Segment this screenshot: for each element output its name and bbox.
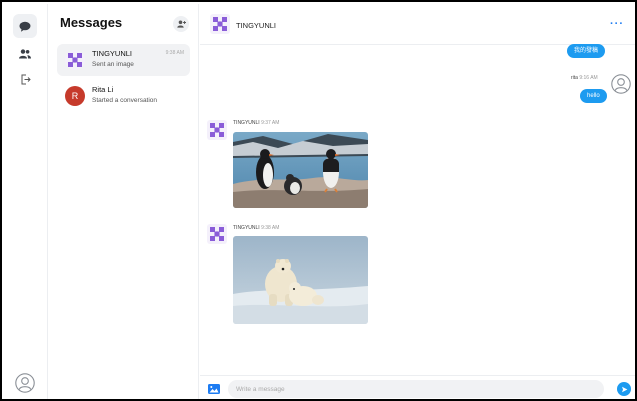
add-person-icon [176, 20, 186, 28]
page-title: Messages [60, 15, 123, 30]
chat-panel: TINGYUNLI ··· 我的發稿 rita 9:16 AM hello TI… [200, 4, 635, 399]
message-meta: TINGYUNLI 9:37 AM [233, 120, 280, 126]
penguins-photo[interactable] [233, 132, 368, 208]
conversation-item-tingyunli[interactable]: TINGYUNLI Sent an image 9:38 AM [57, 44, 190, 76]
message-meta: rita 9:16 AM [571, 75, 598, 81]
logout-nav-button[interactable] [13, 67, 37, 91]
message-input[interactable] [228, 380, 604, 398]
message-meta: TINGYUNLI 9:38 AM [233, 225, 280, 231]
conversation-time: 9:38 AM [165, 50, 184, 56]
chat-partner-name: TINGYUNLI [236, 21, 277, 30]
send-button[interactable] [617, 382, 631, 396]
rita-avatar-icon [611, 74, 631, 94]
chat-partner-avatar [210, 14, 230, 34]
conversation-preview: Started a conversation [92, 97, 158, 104]
image-upload-icon[interactable] [208, 384, 220, 394]
people-icon [19, 49, 31, 59]
outgoing-message-bubble[interactable]: hello [580, 89, 607, 103]
message-composer [200, 375, 635, 399]
nav-rail [4, 4, 48, 399]
conversation-preview: Sent an image [92, 61, 134, 68]
polar-bears-photo[interactable] [233, 236, 368, 324]
list-header: Messages [49, 4, 199, 40]
logout-icon [21, 74, 31, 84]
outgoing-message-bubble[interactable]: 我的發稿 [567, 44, 606, 58]
chat-header: TINGYUNLI ··· [200, 4, 635, 45]
more-options-button[interactable]: ··· [610, 18, 624, 30]
tingyunli-avatar [65, 50, 85, 70]
sender-avatar [207, 224, 227, 244]
conversation-name: TINGYUNLI [92, 49, 133, 58]
messages-nav-button[interactable] [13, 14, 37, 38]
conversation-name: Rita Li [92, 85, 114, 94]
new-conversation-button[interactable] [173, 16, 189, 32]
contacts-nav-button[interactable] [13, 42, 37, 66]
app-window: Messages TINGYUNLI Sent an image 9:38 AM… [0, 0, 637, 401]
profile-avatar-icon[interactable] [15, 373, 35, 393]
send-arrow-icon [621, 386, 627, 392]
conversation-list: Messages TINGYUNLI Sent an image 9:38 AM… [49, 4, 199, 399]
rita-avatar: R [65, 86, 85, 106]
chat-bubble-icon [19, 21, 31, 32]
sender-avatar [207, 120, 227, 140]
conversation-item-rita-li[interactable]: R Rita Li Started a conversation [57, 80, 190, 112]
